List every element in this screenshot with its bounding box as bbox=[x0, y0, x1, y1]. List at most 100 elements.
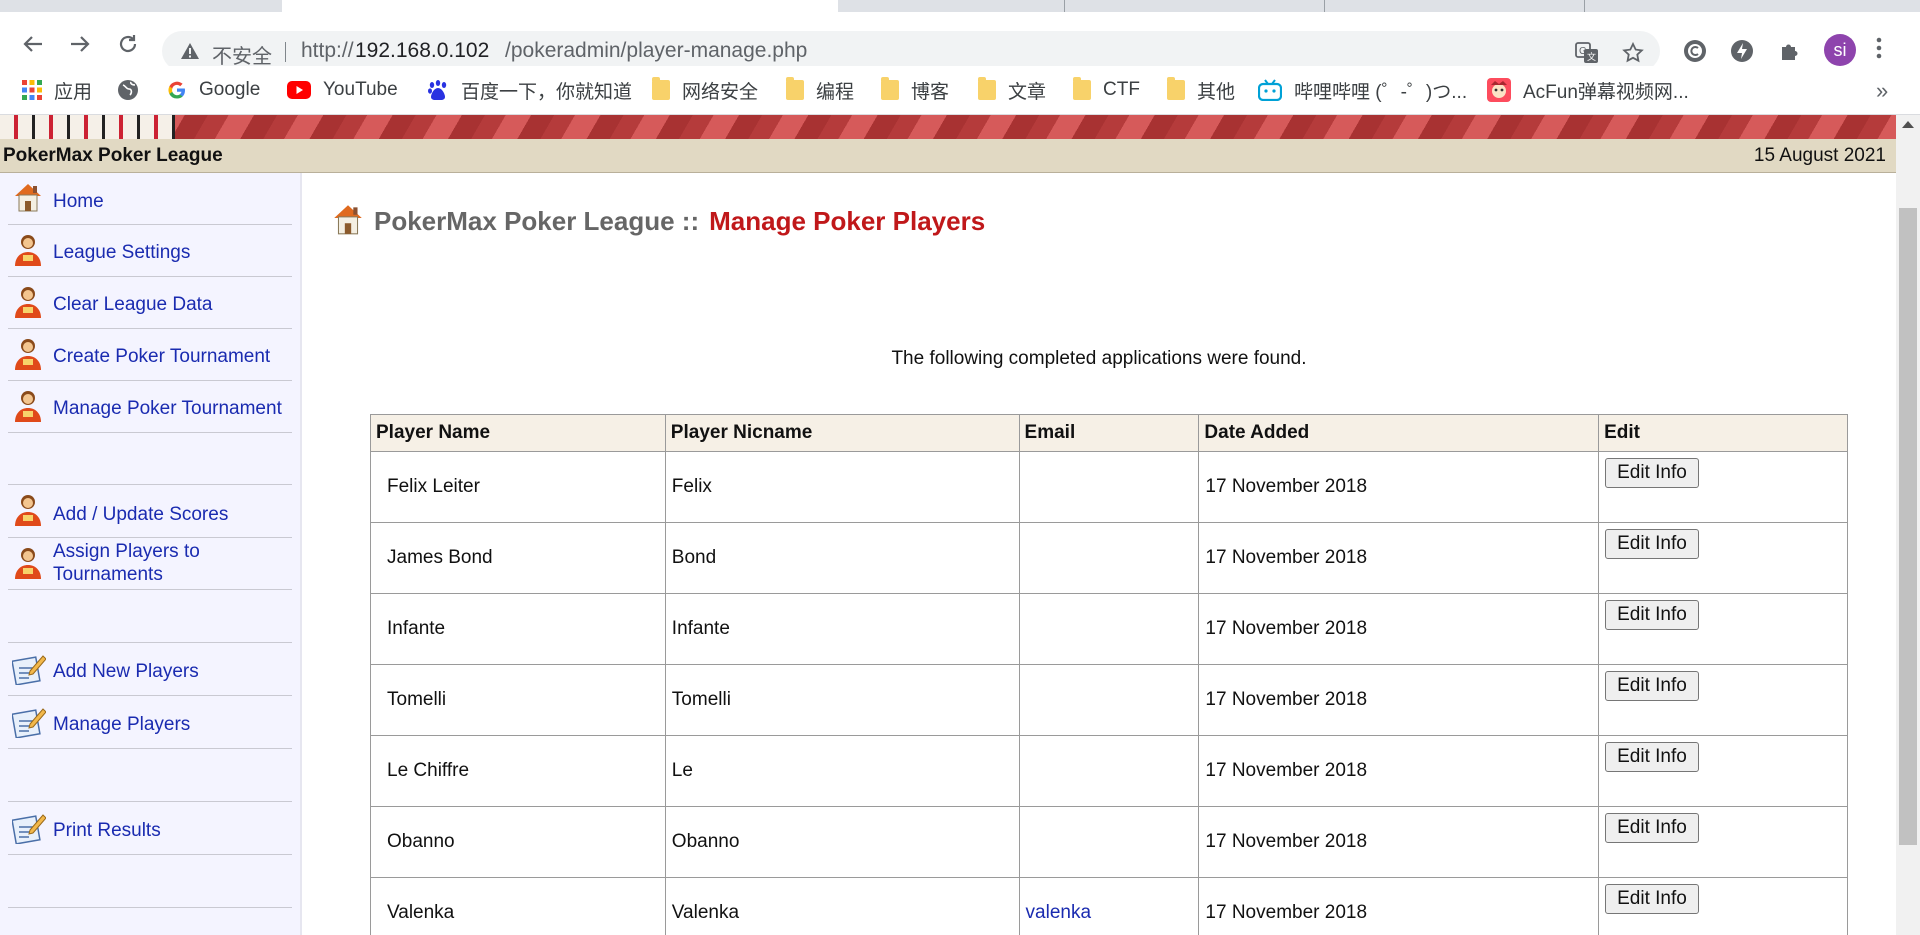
bookmark-folder-network-security[interactable]: 网络安全 bbox=[652, 77, 758, 103]
sidebar-item-label[interactable]: Print Results bbox=[53, 819, 161, 842]
player-icon bbox=[12, 285, 44, 319]
bookmark-star-icon[interactable] bbox=[1622, 41, 1644, 69]
player-nickname-cell: Infante bbox=[664, 593, 1020, 665]
sidebar-item-print-results[interactable]: Print Results bbox=[8, 801, 292, 855]
date-added-cell: 17 November 2018 bbox=[1198, 593, 1600, 665]
globe-icon bbox=[117, 79, 139, 101]
edit-info-button[interactable]: Edit Info bbox=[1605, 813, 1699, 843]
column-header-email: Email bbox=[1018, 414, 1200, 452]
sidebar-item-label[interactable]: League Settings bbox=[53, 241, 190, 264]
bookmarks-bar: 应用 Google YouTube 百度一下，你就知道 网络安全 编程 博客 文… bbox=[0, 66, 1920, 115]
lightning-extension-icon[interactable] bbox=[1730, 39, 1754, 63]
sidebar-item-clear-league-data[interactable]: Clear League Data bbox=[8, 276, 292, 329]
sidebar-item-league-settings[interactable]: League Settings bbox=[8, 224, 292, 277]
profile-avatar[interactable]: si bbox=[1824, 34, 1856, 66]
reload-button[interactable] bbox=[111, 27, 145, 61]
folder-icon bbox=[881, 77, 899, 100]
address-bar[interactable]: 不安全 http:// 192.168.0.102 /pokeradmin/pl… bbox=[162, 31, 1660, 71]
email-link[interactable]: valenka bbox=[1026, 902, 1092, 923]
bookmark-youtube[interactable]: YouTube bbox=[287, 77, 398, 103]
bookmarks-overflow-button[interactable]: » bbox=[1876, 78, 1888, 104]
page-heading: PokerMax Poker League :: Manage Poker Pl… bbox=[330, 201, 985, 242]
sidebar-nav: Home League Settings Clear League Data C… bbox=[0, 173, 302, 935]
edit-info-button[interactable]: Edit Info bbox=[1605, 884, 1699, 914]
bookmark-label: YouTube bbox=[323, 79, 398, 100]
table-row: Le Chiffre Le 17 November 2018 Edit Info bbox=[370, 735, 1848, 807]
warning-icon[interactable] bbox=[180, 42, 200, 65]
google-icon bbox=[167, 80, 187, 100]
bookmark-folder-ctf[interactable]: CTF bbox=[1073, 77, 1140, 103]
scroll-up-arrow-icon[interactable] bbox=[1902, 121, 1914, 128]
column-header-player-name: Player Name bbox=[370, 414, 666, 452]
home-icon bbox=[12, 180, 44, 214]
folder-icon bbox=[978, 77, 996, 100]
header-banner bbox=[0, 115, 1896, 139]
sidebar-item-add-update-scores[interactable]: Add / Update Scores bbox=[8, 484, 292, 538]
sidebar-spacer bbox=[8, 589, 292, 643]
bookmark-label: 网络安全 bbox=[682, 81, 759, 103]
bookmark-acfun[interactable]: AcFun弹幕视频网... bbox=[1487, 77, 1689, 103]
not-secure-label[interactable]: 不安全 bbox=[212, 40, 272, 69]
sidebar-item-label[interactable]: Home bbox=[53, 190, 104, 213]
bookmark-apps[interactable]: 应用 bbox=[22, 77, 92, 103]
sidebar-item-label[interactable]: Manage Players bbox=[53, 713, 190, 736]
bookmark-folder-programming[interactable]: 编程 bbox=[786, 77, 854, 103]
sidebar-item-create-tournament[interactable]: Create Poker Tournament bbox=[8, 328, 292, 381]
folder-icon bbox=[652, 77, 670, 100]
translate-icon[interactable]: G文 bbox=[1575, 42, 1599, 69]
player-name-cell: James Bond bbox=[370, 522, 666, 594]
edit-info-button[interactable]: Edit Info bbox=[1605, 600, 1699, 630]
results-message: The following completed applications wer… bbox=[891, 348, 1307, 369]
sidebar-item-label[interactable]: Create Poker Tournament bbox=[53, 345, 270, 368]
sidebar-item-manage-tournament[interactable]: Manage Poker Tournament bbox=[8, 380, 292, 433]
player-email-cell bbox=[1018, 593, 1200, 665]
sidebar-item-label[interactable]: Assign Players to Tournaments bbox=[53, 540, 253, 586]
page-scrollbar[interactable] bbox=[1896, 115, 1920, 935]
active-tab[interactable] bbox=[282, 0, 838, 12]
edit-info-button[interactable]: Edit Info bbox=[1605, 529, 1699, 559]
player-email-cell: valenka bbox=[1018, 877, 1200, 935]
bookmark-bilibili[interactable]: 哔哩哔哩 (゜-゜)つ... bbox=[1258, 77, 1467, 103]
player-nickname-cell: Obanno bbox=[664, 806, 1020, 878]
sidebar-item-label[interactable]: Add New Players bbox=[53, 660, 199, 683]
copyright-extension-icon[interactable] bbox=[1683, 39, 1707, 63]
bookmark-google[interactable]: Google bbox=[167, 77, 260, 103]
sidebar-item-label[interactable]: Clear League Data bbox=[53, 293, 213, 316]
player-email-cell bbox=[1018, 664, 1200, 736]
sidebar-item-manage-players[interactable]: Manage Players bbox=[8, 695, 292, 749]
puzzle-extensions-icon[interactable] bbox=[1778, 39, 1802, 63]
url-host[interactable]: 192.168.0.102 bbox=[355, 39, 489, 63]
bookmark-folder-other[interactable]: 其他 bbox=[1167, 77, 1235, 103]
edit-info-button[interactable]: Edit Info bbox=[1605, 458, 1699, 488]
menu-kebab-icon[interactable] bbox=[1876, 36, 1882, 65]
column-header-date-added: Date Added bbox=[1198, 414, 1600, 452]
edit-info-button[interactable]: Edit Info bbox=[1605, 671, 1699, 701]
sidebar-item-add-new-players[interactable]: Add New Players bbox=[8, 642, 292, 696]
edit-info-button[interactable]: Edit Info bbox=[1605, 742, 1699, 772]
sidebar-item-home[interactable]: Home bbox=[8, 173, 292, 225]
sidebar-item-label[interactable]: Add / Update Scores bbox=[53, 503, 228, 526]
date-added-cell: 17 November 2018 bbox=[1198, 735, 1600, 807]
tab-strip bbox=[0, 0, 1920, 12]
back-button[interactable] bbox=[16, 27, 50, 61]
sidebar-spacer bbox=[8, 854, 292, 908]
table-row: Tomelli Tomelli 17 November 2018 Edit In… bbox=[370, 664, 1848, 736]
forward-button[interactable] bbox=[63, 27, 97, 61]
sidebar-item-label[interactable]: Manage Poker Tournament bbox=[53, 397, 282, 420]
sidebar-item-assign-players[interactable]: Assign Players to Tournaments bbox=[8, 537, 292, 590]
bookmark-baidu[interactable]: 百度一下，你就知道 bbox=[427, 77, 632, 103]
bookmark-folder-blog[interactable]: 博客 bbox=[881, 77, 949, 103]
league-name: PokerMax Poker League bbox=[3, 145, 223, 166]
edit-cell: Edit Info bbox=[1598, 806, 1848, 878]
page-heading-prefix: PokerMax Poker League :: bbox=[374, 206, 700, 236]
url-path[interactable]: /pokeradmin/player-manage.php bbox=[505, 39, 807, 63]
player-icon bbox=[12, 493, 44, 527]
url-scheme[interactable]: http:// bbox=[301, 39, 354, 63]
column-header-edit: Edit bbox=[1598, 414, 1848, 452]
scrollbar-thumb[interactable] bbox=[1899, 208, 1917, 845]
banner-cards-image bbox=[0, 115, 175, 139]
date-added-cell: 17 November 2018 bbox=[1198, 522, 1600, 594]
bookmark-label: 应用 bbox=[54, 81, 93, 103]
bookmark-folder-articles[interactable]: 文章 bbox=[978, 77, 1046, 103]
bookmark-globe[interactable] bbox=[117, 77, 151, 103]
